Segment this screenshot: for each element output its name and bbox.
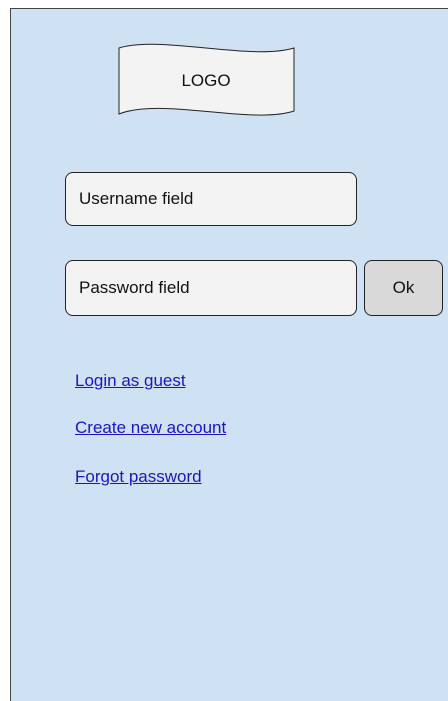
password-field[interactable]: Password field <box>65 260 357 316</box>
login-as-guest-link[interactable]: Login as guest <box>75 371 186 391</box>
ok-button[interactable]: Ok <box>364 260 443 316</box>
forgot-password-link[interactable]: Forgot password <box>75 467 202 487</box>
username-field[interactable]: Username field <box>65 172 357 226</box>
create-new-account-link[interactable]: Create new account <box>75 418 226 438</box>
login-screen: LOGO Username field Password field Ok Lo… <box>10 8 448 701</box>
logo: LOGO <box>116 41 296 121</box>
logo-text: LOGO <box>181 71 231 90</box>
